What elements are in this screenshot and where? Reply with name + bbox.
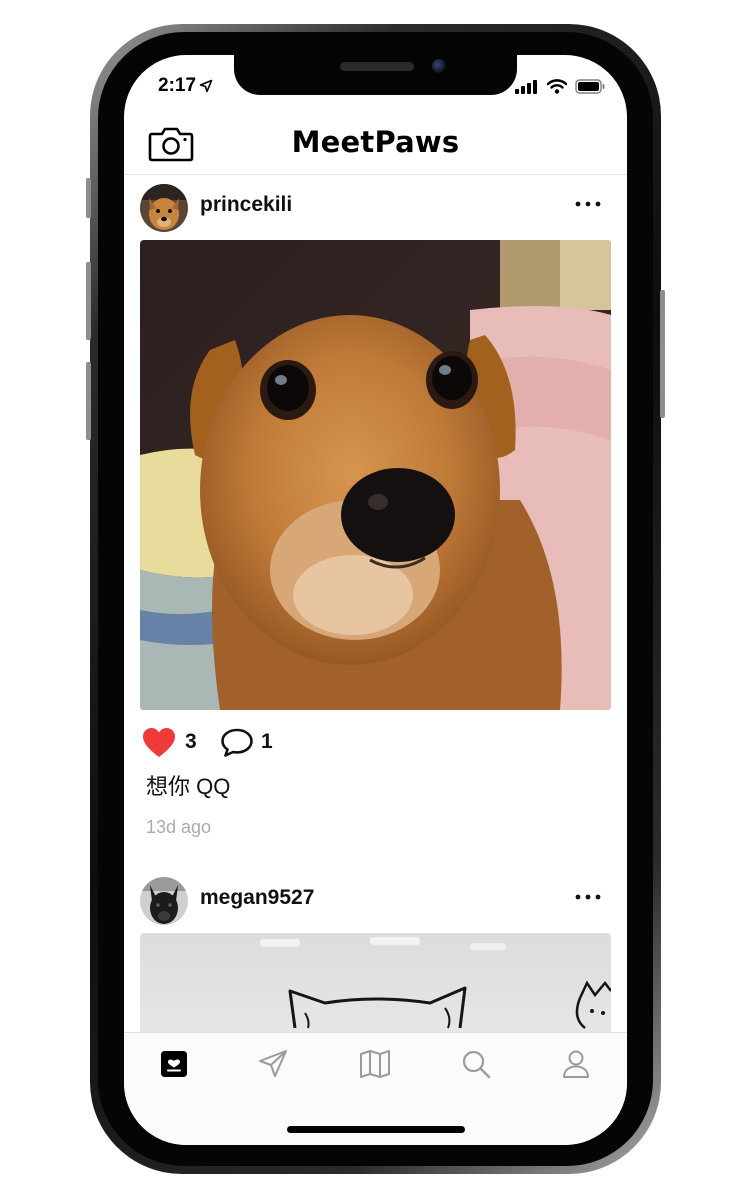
search-icon	[462, 1050, 491, 1079]
post-username[interactable]: megan9527	[200, 886, 314, 910]
tab-bar	[124, 1032, 627, 1145]
comment-button[interactable]	[220, 727, 254, 759]
comment-bubble-icon	[221, 728, 253, 757]
feed-icon	[161, 1051, 187, 1077]
volume-up-button	[86, 262, 91, 340]
notch	[234, 55, 517, 95]
like-button[interactable]	[142, 727, 176, 759]
post-more-button[interactable]	[573, 882, 603, 912]
paper-plane-icon	[259, 1050, 287, 1077]
tab-map[interactable]	[355, 1047, 395, 1081]
post-header: megan9527	[124, 868, 627, 933]
map-icon	[360, 1050, 390, 1078]
heart-icon	[143, 728, 175, 757]
power-button	[660, 290, 665, 418]
wifi-icon	[547, 79, 567, 94]
app-title: MeetPaws	[291, 125, 460, 159]
status-bar-indicators	[515, 79, 605, 94]
status-time-text: 2:17	[158, 75, 197, 96]
tab-feed[interactable]	[154, 1047, 194, 1081]
tab-profile[interactable]	[556, 1047, 596, 1081]
tab-search[interactable]	[456, 1047, 496, 1081]
post-username[interactable]: princekili	[200, 193, 292, 217]
more-horizontal-icon	[575, 894, 601, 900]
post-photo[interactable]	[140, 933, 611, 1032]
front-camera	[432, 59, 446, 73]
post-actions: 3 1	[124, 710, 627, 772]
dog-avatar	[140, 184, 188, 232]
post-card: megan9527	[124, 868, 627, 1032]
user-avatar[interactable]	[140, 184, 188, 232]
person-icon	[563, 1050, 589, 1078]
volume-down-button	[86, 362, 91, 440]
tab-messages[interactable]	[253, 1047, 293, 1081]
post-photo[interactable]	[140, 240, 611, 710]
status-bar-time: 2:17	[158, 75, 213, 97]
phone-screen: 2:17 MeetPaws princekili 3 1 想你 QQ 13d a…	[124, 55, 627, 1145]
like-count: 3	[185, 730, 197, 753]
home-indicator	[287, 1126, 465, 1133]
user-avatar[interactable]	[140, 877, 188, 925]
mute-switch	[86, 178, 91, 218]
more-horizontal-icon	[575, 201, 601, 207]
post-caption: 想你 QQ	[146, 774, 231, 799]
navigation-bar: MeetPaws	[124, 115, 627, 175]
comment-count: 1	[261, 730, 273, 753]
battery-icon	[575, 79, 605, 94]
post-timestamp: 13d ago	[146, 817, 212, 837]
dog-photo-image	[140, 240, 611, 710]
location-arrow-icon	[199, 79, 213, 93]
cellular-signal-icon	[515, 79, 537, 94]
cat-drawing-photo-image	[140, 933, 611, 1032]
earpiece-speaker	[340, 62, 414, 71]
post-header: princekili	[124, 175, 627, 240]
black-dog-avatar	[140, 877, 188, 925]
post-feed[interactable]: princekili 3 1 想你 QQ 13d ago megan9527	[124, 175, 627, 1032]
post-card: princekili 3 1 想你 QQ 13d ago	[124, 175, 627, 868]
post-more-button[interactable]	[573, 189, 603, 219]
